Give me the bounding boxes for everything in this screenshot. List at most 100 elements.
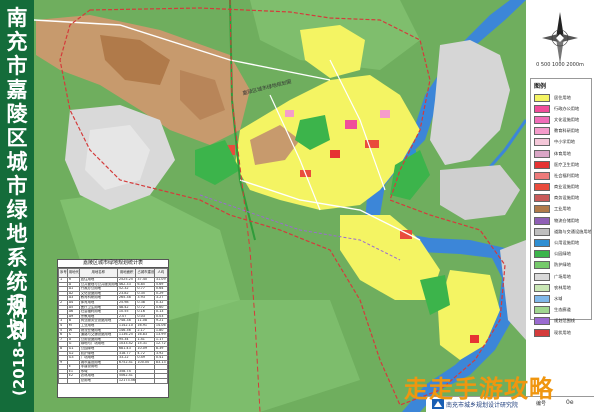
legend-label: 体育用地 (554, 150, 571, 156)
legend-item: 物流仓储用地 (531, 215, 591, 226)
legend-item: 现状用地 (531, 327, 591, 338)
legend-item: 体育用地 (531, 148, 591, 159)
compass-needle-south (556, 38, 564, 64)
legend-swatch (534, 250, 550, 259)
legend-swatch (534, 227, 550, 236)
legend-swatch (534, 171, 550, 180)
legend-label: 公园绿地 (554, 251, 571, 257)
legend-label: 居住用地 (554, 94, 571, 100)
legend-swatch (534, 149, 550, 158)
legend-swatch (534, 127, 550, 136)
legend-label: 道路与交通设施用地 (554, 228, 591, 234)
legend-label: 工业用地 (554, 206, 571, 212)
legend-swatch (534, 194, 550, 203)
legend-swatch (534, 306, 550, 315)
legend-item: 生态廊道 (531, 305, 591, 316)
table-cell: 公共管理与公共服务用地 (78, 281, 118, 288)
legend-swatch (534, 272, 550, 281)
legend-item: 医疗卫生用地 (531, 159, 591, 170)
table-cell (58, 378, 68, 384)
legend-swatch (534, 183, 550, 192)
table-header-cell: 人均 (153, 268, 169, 278)
legend-item: 教育科研用地 (531, 126, 591, 137)
legend-swatch (534, 283, 550, 292)
legend-item: 规划范围线 (531, 316, 591, 327)
compass-needle-north (556, 12, 564, 38)
legend-label: 物流仓储用地 (554, 217, 580, 223)
legend-swatch (534, 328, 550, 337)
table-cell: 12.72 (153, 341, 169, 347)
legend-swatch (534, 216, 550, 225)
legend-item: 工业用地 (531, 204, 591, 215)
table-cell: 12173.56 (116, 378, 137, 384)
page-number: 0e (566, 399, 574, 406)
land-use-stats-table: 嘉陵区城市绿地规划统计表 序号用地代码用地名称用地面积占城市建设用地人均 1R居… (57, 259, 169, 398)
map-legend: 图例 居住用地行政办公用地 文化设施用地 教育科研用地 中小学用地体育用地医疗卫生用地… (530, 78, 592, 337)
legend-label: 商务设施用地 (554, 195, 580, 201)
legend-label: 教育科研用地 (554, 128, 580, 134)
legend-label: 防护绿地 (554, 262, 571, 268)
legend-label: 农林用地 (554, 284, 571, 290)
table-cell: 83.13 (153, 359, 169, 366)
table-cell (66, 378, 80, 384)
table-cell (135, 378, 155, 384)
legend-item: 农林用地 (531, 282, 591, 293)
health-block (470, 335, 479, 343)
planning-map-poster: 南充市嘉陵区城市绿地系统规划 (2018-2030) 嘉陵区城市绿地规划图 嘉陵… (0, 0, 594, 412)
legend-item: 行政办公用地 (531, 103, 591, 114)
legend-label: 中小学用地 (554, 139, 575, 145)
legend-label: 社会福利用地 (554, 172, 580, 178)
legend-swatch (534, 93, 550, 102)
legend-label: 现状用地 (554, 329, 571, 335)
legend-swatch (534, 261, 550, 270)
site-watermark: 走走手游攻略 (404, 375, 554, 403)
table-row: 总用地 12173.56 (58, 378, 169, 384)
legend-swatch (534, 294, 550, 303)
table-cell (153, 378, 169, 384)
table-body: 1 R 居住用地 2525.25 37.40 31.09 A 公共管理与公共服务用地 462.3… (58, 277, 169, 384)
table-header-row: 序号用地代码用地名称用地面积占城市建设用地人均 (58, 268, 169, 278)
legend-item: 防护绿地 (531, 260, 591, 271)
table-title: 嘉陵区城市绿地规划统计表 (58, 260, 168, 268)
legend-swatch (534, 115, 550, 124)
legend-label: 规划范围线 (554, 318, 575, 324)
legend-swatch (534, 104, 550, 113)
legend-label: 行政办公用地 (554, 105, 580, 111)
table-cell: 31.09 (153, 277, 169, 283)
legend-item: 居住用地 (531, 92, 591, 103)
school-block-2 (285, 110, 294, 117)
legend-label: 商业设施用地 (554, 184, 580, 190)
years-text: (2018-2030) (10, 293, 28, 396)
compass-needle-west (542, 34, 558, 42)
legend-swatch (534, 317, 550, 326)
table-cell: 14.06 (153, 322, 169, 329)
legend-title: 图例 (534, 83, 547, 90)
legend-swatch (534, 239, 550, 248)
legend-item: 商业设施用地 (531, 182, 591, 193)
legend-label: 生态廊道 (554, 307, 571, 313)
title-band: 南充市嘉陵区城市绿地系统规划 (2018-2030) (0, 0, 34, 412)
legend-item: 广场用地 (531, 271, 591, 282)
table-cell: 13.99 (153, 332, 169, 338)
admin-block-1 (345, 120, 357, 129)
legend-item: 公用设施用地 (531, 237, 591, 248)
legend-label: 公用设施用地 (554, 240, 580, 246)
admin-block-2 (330, 150, 340, 158)
legend-item: 商务设施用地 (531, 193, 591, 204)
legend-item: 中小学用地 (531, 137, 591, 148)
legend-label: 水域 (554, 295, 563, 301)
table-header-cell: 用地代码 (66, 268, 80, 278)
legend-swatch (534, 138, 550, 147)
legend-item: 文化设施用地 (531, 114, 591, 125)
legend-item: 公园绿地 (531, 249, 591, 260)
vertical-years: (2018-2030) (10, 293, 28, 396)
scale-bar-text: 0 500 1000 2000m (536, 62, 584, 68)
table-header-cell: 序号 (58, 268, 68, 278)
table-header-cell: 用地面积 (116, 268, 137, 278)
school-block-1 (380, 110, 390, 118)
legend-item: 道路与交通设施用地 (531, 226, 591, 237)
legend-label: 文化设施用地 (554, 116, 580, 122)
table-header-cell: 用地名称 (78, 268, 118, 278)
legend-rows: 居住用地行政办公用地 文化设施用地 教育科研用地 中小学用地体育用地医疗卫生用地社会福… (531, 92, 591, 338)
table-cell: 总用地 (78, 378, 118, 384)
